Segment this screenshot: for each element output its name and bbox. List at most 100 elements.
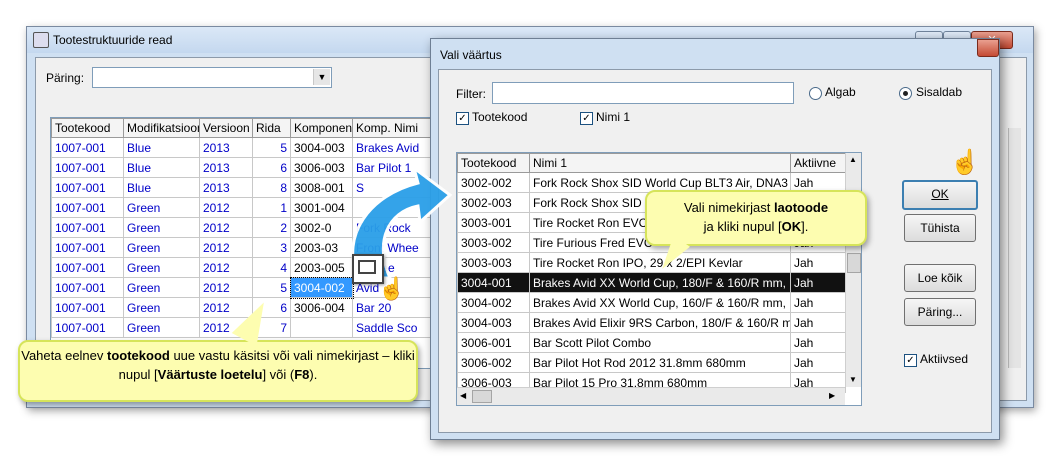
- table-cell[interactable]: 6: [252, 157, 291, 178]
- check-nimi[interactable]: ✓: [580, 112, 593, 125]
- table-row[interactable]: 3004-001 Brakes Avid XX World Cup, 180/F …: [457, 272, 846, 293]
- table-cell[interactable]: 1007-001: [51, 197, 124, 218]
- table-row[interactable]: 3004-003 Brakes Avid Elixir 9RS Carbon, 1…: [457, 312, 846, 333]
- table-cell[interactable]: 4: [252, 257, 291, 278]
- col-header[interactable]: Komponent: [290, 118, 353, 138]
- col-header[interactable]: Nimi 1: [529, 153, 791, 173]
- table-cell[interactable]: Green: [123, 277, 200, 298]
- table-row[interactable]: 3006-002 Bar Pilot Hot Rod 2012 31.8mm 68…: [457, 352, 846, 373]
- table-cell[interactable]: Blue: [123, 137, 200, 158]
- table-cell[interactable]: 2012: [199, 237, 253, 258]
- col-header[interactable]: Komp. Nimi: [352, 118, 431, 138]
- table-cell[interactable]: 1007-001: [51, 237, 124, 258]
- callout-left-t1: Vaheta eelnev: [21, 348, 108, 363]
- table-cell[interactable]: Bar Pilot Hot Rod 2012 31.8mm 680mm: [529, 352, 791, 373]
- table-cell[interactable]: Jah: [790, 332, 846, 353]
- chevron-down-icon[interactable]: ▼: [313, 69, 330, 85]
- table-cell[interactable]: 1007-001: [51, 277, 124, 298]
- scroll-up-icon[interactable]: ▲: [849, 155, 857, 164]
- table-cell[interactable]: 3006-002: [457, 352, 530, 373]
- check-aktiivsed[interactable]: ✓: [904, 354, 917, 367]
- radio-algab[interactable]: [809, 87, 822, 100]
- col-header[interactable]: Modifikatsioon: [123, 118, 200, 138]
- col-header[interactable]: Tootekood: [51, 118, 124, 138]
- table-cell[interactable]: Bar Scott Pilot Combo: [529, 332, 791, 353]
- table-cell[interactable]: Brakes Avid XX World Cup, 180/F & 160/R …: [529, 272, 791, 293]
- table-cell[interactable]: Brakes Avid Elixir 9RS Carbon, 180/F & 1…: [529, 312, 791, 333]
- table-cell[interactable]: 1007-001: [51, 137, 124, 158]
- table-cell[interactable]: 2: [252, 217, 291, 238]
- scroll-thumb[interactable]: [847, 253, 861, 273]
- table-cell[interactable]: Jah: [790, 312, 846, 333]
- horizontal-scrollbar[interactable]: ◀ ▶: [457, 387, 845, 405]
- table-cell[interactable]: Green: [123, 257, 200, 278]
- hand-pointer-icon: ☝: [378, 276, 406, 301]
- table-cell[interactable]: Green: [123, 217, 200, 238]
- table-cell[interactable]: 2012: [199, 217, 253, 238]
- table-cell[interactable]: Green: [123, 297, 200, 318]
- table-cell[interactable]: 1007-001: [51, 157, 124, 178]
- table-cell[interactable]: 3004-001: [457, 272, 530, 293]
- table-cell[interactable]: Brakes Avid XX World Cup, 160/F & 160/R …: [529, 292, 791, 313]
- table-cell[interactable]: Jah: [790, 252, 846, 273]
- table-cell[interactable]: 3004-002: [457, 292, 530, 313]
- table-cell[interactable]: Jah: [790, 352, 846, 373]
- table-row[interactable]: 3003-003 Tire Rocket Ron IPO, 29 x 2/EPI …: [457, 252, 846, 273]
- table-cell[interactable]: 2012: [199, 257, 253, 278]
- table-cell[interactable]: 3002-003: [457, 192, 530, 213]
- vertical-scrollbar[interactable]: ▲ ▼: [845, 153, 861, 387]
- table-cell[interactable]: 1007-001: [51, 257, 124, 278]
- table-cell[interactable]: 1: [252, 197, 291, 218]
- table-cell[interactable]: Green: [123, 237, 200, 258]
- table-cell[interactable]: 2012: [199, 197, 253, 218]
- table-row[interactable]: 3006-001 Bar Scott Pilot Combo Jah: [457, 332, 846, 353]
- table-cell[interactable]: Jah: [790, 292, 846, 313]
- col-header[interactable]: Aktiivne: [790, 153, 846, 173]
- radio-sisaldab[interactable]: [899, 87, 912, 100]
- table-cell[interactable]: 5: [252, 277, 291, 298]
- table-cell[interactable]: Saddle Sco: [352, 317, 431, 338]
- table-cell[interactable]: 3003-002: [457, 232, 530, 253]
- table-cell[interactable]: 2013: [199, 137, 253, 158]
- table-cell[interactable]: Blue: [123, 157, 200, 178]
- table-cell[interactable]: 3: [252, 237, 291, 258]
- table-cell[interactable]: Jah: [790, 272, 846, 293]
- table-cell[interactable]: 1007-001: [51, 317, 124, 338]
- table-cell[interactable]: 2013: [199, 177, 253, 198]
- table-row[interactable]: 3004-002 Brakes Avid XX World Cup, 160/F …: [457, 292, 846, 313]
- table-cell[interactable]: 3006-004: [290, 297, 353, 318]
- right-grid-strip: [1008, 128, 1021, 368]
- hand-pointer-icon: ☝: [950, 149, 980, 176]
- filter-input[interactable]: [492, 82, 794, 104]
- h-scroll-thumb[interactable]: [472, 390, 492, 403]
- col-header[interactable]: Versioon: [199, 118, 253, 138]
- col-header[interactable]: Rida: [252, 118, 291, 138]
- table-cell[interactable]: 1007-001: [51, 297, 124, 318]
- table-cell[interactable]: 1007-001: [51, 177, 124, 198]
- table-cell[interactable]: 3003-003: [457, 252, 530, 273]
- table-cell[interactable]: 3006-001: [457, 332, 530, 353]
- paring-button[interactable]: Päring...: [904, 298, 976, 326]
- check-tootekood[interactable]: ✓: [456, 112, 469, 125]
- query-combo[interactable]: ▼: [92, 67, 332, 88]
- table-cell[interactable]: 3002-002: [457, 172, 530, 193]
- table-cell[interactable]: 2013: [199, 157, 253, 178]
- table-cell[interactable]: 1007-001: [51, 217, 124, 238]
- table-cell[interactable]: 2012: [199, 277, 253, 298]
- tuhista-button[interactable]: Tühista: [904, 214, 976, 242]
- scroll-left-icon[interactable]: ◀: [460, 391, 466, 400]
- table-cell[interactable]: 3003-001: [457, 212, 530, 233]
- loe-koik-button[interactable]: Loe kõik: [904, 264, 976, 292]
- table-cell[interactable]: 5: [252, 137, 291, 158]
- table-cell[interactable]: 3004-003: [457, 312, 530, 333]
- dialog-close-button[interactable]: [977, 39, 999, 57]
- scroll-down-icon[interactable]: ▼: [849, 375, 857, 384]
- table-cell[interactable]: Green: [123, 317, 200, 338]
- ok-button[interactable]: OK: [902, 180, 978, 210]
- table-cell[interactable]: Green: [123, 197, 200, 218]
- table-cell[interactable]: Blue: [123, 177, 200, 198]
- table-cell[interactable]: [290, 317, 353, 338]
- col-header[interactable]: Tootekood: [457, 153, 530, 173]
- table-cell[interactable]: 8: [252, 177, 291, 198]
- scroll-right-icon[interactable]: ▶: [829, 391, 835, 400]
